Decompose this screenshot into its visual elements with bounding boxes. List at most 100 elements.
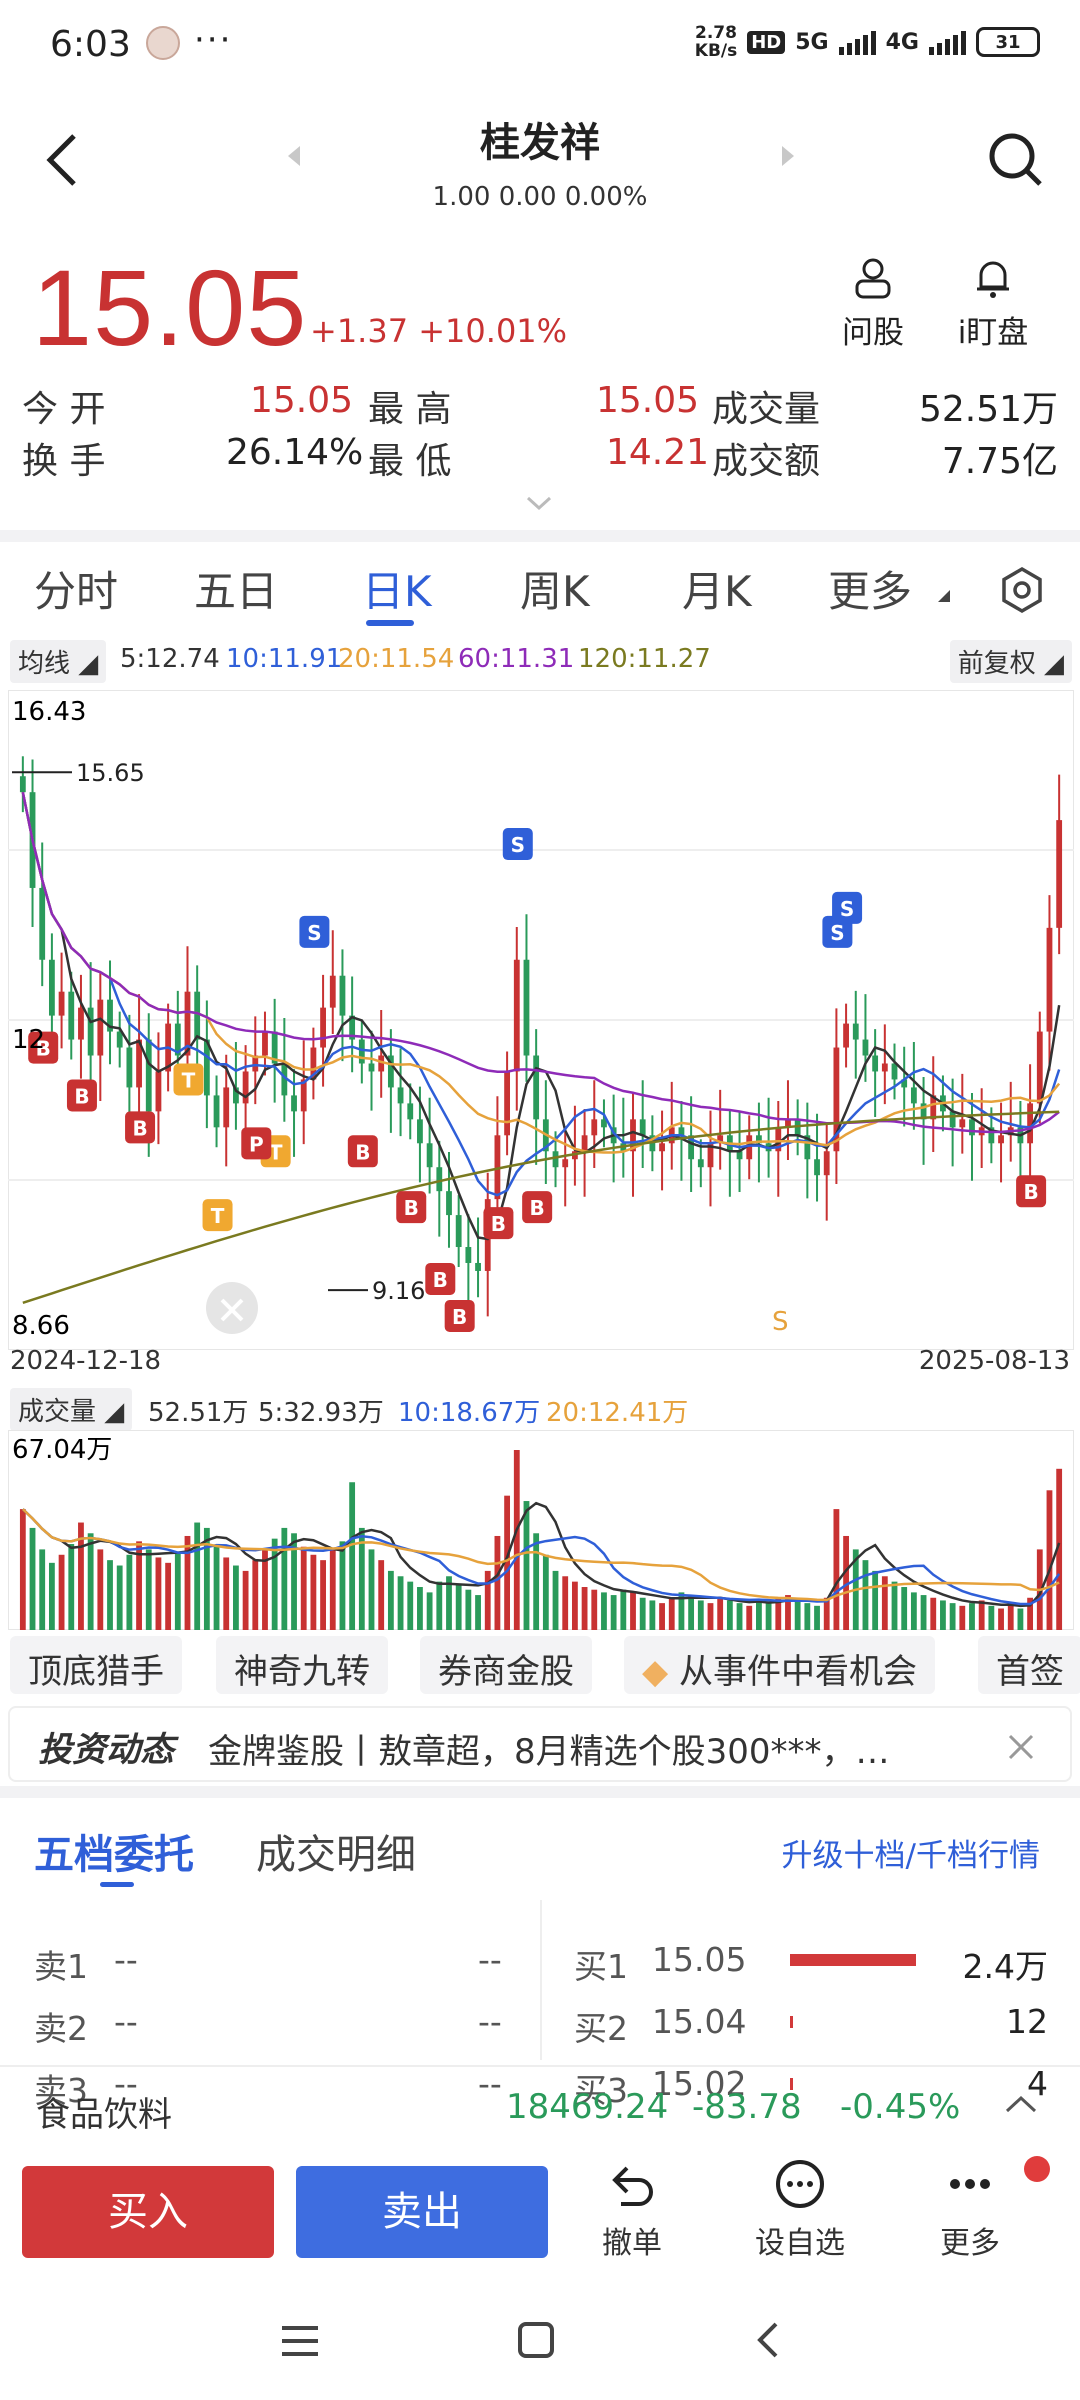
volume-indicator-selector[interactable]: 成交量 ◢ [10, 1388, 133, 1431]
candle [407, 1103, 414, 1120]
volume-bar [310, 1554, 317, 1630]
chevron-up-icon[interactable] [1004, 2093, 1038, 2115]
open-value: 15.05 [250, 380, 354, 421]
order-book: 五档委托 成交明细 升级十档/千档行情 卖1 -- -- 卖2 -- -- 卖3 -… [0, 1800, 1080, 2110]
price-adjust-selector[interactable]: 前复权 ◢ [949, 640, 1072, 683]
undo-icon [612, 2166, 653, 2206]
candle [533, 1055, 540, 1120]
next-stock-icon[interactable] [780, 144, 796, 168]
expand-chevron-icon[interactable] [524, 494, 554, 512]
chip-first-sign[interactable]: 首签 [978, 1636, 1080, 1694]
signal-badge-text: B [530, 1196, 545, 1220]
bid-volume: 12 [1006, 2002, 1048, 2041]
volume-bar [436, 1581, 443, 1630]
volume-bar [639, 1597, 646, 1630]
candle [639, 1119, 646, 1136]
tab-daily-k[interactable]: 日K [362, 558, 432, 619]
volume-bar [804, 1603, 811, 1630]
sector-percent: -0.45% [840, 2087, 961, 2127]
cancel-order-button[interactable]: 撤单 [572, 2158, 692, 2262]
notification-dot [1024, 2156, 1050, 2182]
tab-more[interactable]: 更多 [828, 558, 912, 619]
watch-button[interactable]: i盯盘 [938, 255, 1048, 352]
net-speed: 2.78 KB/s [694, 23, 738, 61]
signal-4g-label: 4G [885, 29, 919, 55]
volume-bar [68, 1544, 75, 1630]
signal-badge-text: B [132, 1116, 147, 1140]
sector-bar[interactable]: 食品饮料 18469.24 -83.78 -0.45% [0, 2065, 1080, 2150]
y-mid-label: 12 [12, 1025, 45, 1055]
volume-current: 52.51万 [148, 1398, 249, 1428]
chip-magic-nine[interactable]: 神奇九转 [216, 1636, 388, 1694]
home-icon[interactable] [516, 2320, 556, 2360]
low-marker-label: 9.16 [372, 1277, 425, 1305]
tab-five-level[interactable]: 五档委托 [34, 1822, 194, 1880]
volume-bar [271, 1538, 278, 1630]
last-price: 15.05 [32, 247, 308, 368]
buy-button[interactable]: 买入 [22, 2166, 274, 2258]
volume-bar [562, 1576, 569, 1630]
volume-bar [300, 1546, 307, 1630]
chip-top-bottom[interactable]: 顶底猎手 [10, 1636, 182, 1694]
bid-volume-bar [790, 2016, 793, 2028]
ma120-value: 120:11.27 [578, 644, 711, 674]
volume-bar [581, 1587, 588, 1630]
avatar [146, 26, 180, 60]
ask-price: -- [114, 2002, 138, 2041]
x-end-label: 2025-08-13 [918, 1346, 1070, 1376]
candle [591, 1119, 598, 1136]
y-min-label: 8.66 [12, 1311, 70, 1341]
candle [87, 1007, 94, 1056]
tab-weekly-k[interactable]: 周K [520, 558, 590, 619]
system-nav [0, 2280, 1080, 2400]
chip-broker-picks[interactable]: 券商金股 [420, 1636, 592, 1694]
volume-bar [601, 1592, 607, 1630]
more-icon [950, 2179, 990, 2189]
chip-events[interactable]: ◆ 从事件中看机会 [624, 1636, 935, 1694]
tab-trade-detail[interactable]: 成交明细 [256, 1822, 416, 1880]
volume-bar [494, 1535, 501, 1630]
candle [194, 991, 201, 1040]
tab-monthly-k[interactable]: 月K [682, 558, 752, 619]
more-button[interactable]: 更多 [910, 2158, 1030, 2262]
ask-label: 卖2 [34, 2009, 88, 2048]
ma5-value: 5:12.74 [120, 644, 220, 674]
kline-chart[interactable]: BBBSBBSBSSBTTTBBBP 16.43 12 8.66 15.659.… [8, 690, 1074, 1350]
upgrade-link[interactable]: 升级十档/千档行情 [782, 1830, 1040, 1875]
amount-value: 7.75亿 [941, 441, 1058, 482]
candle [329, 975, 336, 1008]
open-label: 今 开 [22, 389, 106, 430]
search-icon[interactable] [986, 130, 1046, 190]
candle [659, 1143, 665, 1152]
high-marker-label: 15.65 [76, 759, 145, 787]
candle [368, 1063, 375, 1072]
volume-bar [978, 1600, 985, 1630]
sell-button[interactable]: 卖出 [296, 2166, 548, 2258]
volume-bar [233, 1565, 239, 1630]
ma-selector[interactable]: 均线 ◢ [10, 640, 107, 683]
volume-bar [281, 1527, 288, 1630]
tab-five-day[interactable]: 五日 [194, 558, 278, 619]
trade-bar: 买入 卖出 撤单 设自选 更多 [0, 2150, 1080, 2280]
volume-bar [697, 1600, 704, 1630]
volume-chart[interactable]: 67.04万 [8, 1430, 1074, 1630]
candle [242, 1071, 249, 1104]
close-icon[interactable] [1006, 1732, 1036, 1762]
volume-bar [329, 1549, 336, 1630]
candle [155, 1071, 162, 1112]
ma20-value: 20:11.54 [338, 644, 455, 674]
tab-intraday[interactable]: 分时 [34, 558, 118, 619]
ask-stock-button[interactable]: 问股 [818, 255, 928, 352]
volume-bar [736, 1603, 743, 1630]
volume-bar [426, 1592, 433, 1630]
add-watchlist-button[interactable]: 设自选 [740, 2158, 860, 2262]
menu-icon[interactable] [280, 2324, 320, 2358]
volume-value: 52.51万 [918, 389, 1058, 430]
back-nav-icon[interactable] [752, 2320, 782, 2360]
news-banner[interactable]: 投资动态 金牌鉴股丨敖章超，8月精选个股300***，… [8, 1706, 1072, 1782]
settings-icon[interactable] [998, 566, 1046, 614]
volume-bar [39, 1549, 46, 1630]
volume-bar [1017, 1608, 1024, 1630]
signal-badge-text: B [355, 1140, 370, 1164]
volume-bar [881, 1576, 888, 1630]
